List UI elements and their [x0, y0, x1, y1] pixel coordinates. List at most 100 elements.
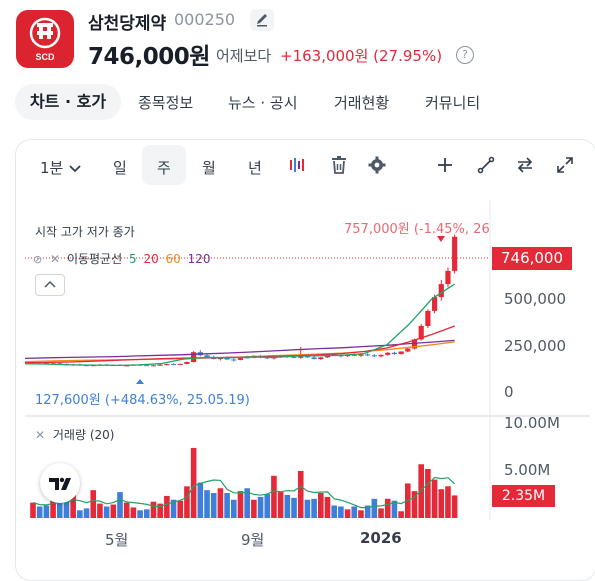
y-tick-label: 500,000 — [504, 290, 567, 308]
volume-bar — [431, 479, 438, 518]
candle-body — [438, 284, 444, 298]
volume-bar — [284, 494, 291, 518]
candle-body — [144, 365, 150, 367]
volume-bar — [384, 498, 391, 518]
candle-body — [431, 297, 438, 311]
volume-bar — [30, 502, 36, 518]
volume-bar — [324, 496, 331, 518]
volume-bar — [257, 496, 264, 518]
volume-bar — [264, 494, 271, 518]
high-annotation: 757,000원 (-1.45%, 26 — [344, 222, 490, 237]
candle-body — [231, 359, 237, 361]
volume-bar — [63, 501, 70, 518]
volume-bar — [237, 491, 244, 518]
volume-bar — [418, 464, 424, 518]
close-icon[interactable]: ✕ — [35, 428, 45, 442]
x-tick-label: 2026 — [360, 529, 402, 547]
candle-body — [371, 355, 377, 357]
volume-bar — [90, 490, 97, 518]
volume-bar — [230, 499, 237, 518]
chevron-up-icon — [44, 280, 56, 288]
volume-bar — [217, 488, 224, 518]
ohlc-legend: 시작 고가 저가 종가 — [35, 225, 135, 239]
ma-5: 5 — [128, 252, 137, 266]
volume-bar — [36, 506, 43, 518]
volume-bar — [137, 510, 143, 518]
volume-bar — [317, 493, 324, 518]
volume-legend: ✕ 거래량 (20) — [35, 426, 114, 443]
candle-body — [378, 354, 384, 357]
candle-body — [445, 270, 451, 285]
volume-bar — [378, 508, 384, 518]
volume-bar — [97, 503, 103, 518]
tradingview-icon — [49, 477, 71, 490]
volume-bar — [351, 506, 358, 518]
collapse-legend-button[interactable] — [35, 274, 65, 296]
volume-bar — [210, 493, 217, 518]
volume-bar — [338, 506, 344, 518]
y-tick-label: 0 — [504, 383, 514, 401]
volume-bar — [311, 498, 317, 518]
price-chart[interactable] — [0, 0, 595, 564]
volume-bar — [204, 490, 210, 518]
candle-body — [177, 363, 183, 365]
current-price-tag: 746,000 — [492, 247, 572, 270]
volume-bar — [150, 501, 157, 518]
candle-body — [405, 348, 411, 352]
candle-body — [311, 357, 317, 360]
candle-body — [425, 310, 431, 326]
volume-bar — [451, 495, 458, 518]
volume-bar — [271, 475, 277, 518]
volume-bar — [77, 510, 83, 518]
candle-body — [291, 356, 297, 358]
volume-tick-label: 5.00M — [504, 461, 551, 479]
ma-20: 20 — [143, 252, 159, 266]
volume-bar — [291, 497, 297, 518]
candle-body — [398, 351, 404, 355]
candle-body — [164, 364, 170, 366]
x-tick-label: 5월 — [105, 531, 129, 549]
candle-body — [358, 354, 364, 356]
volume-bar — [304, 499, 311, 518]
volume-bar — [224, 493, 230, 518]
volume-bar — [130, 507, 137, 518]
volume-bar — [425, 469, 431, 518]
y-tick-label: 250,000 — [504, 337, 567, 355]
candle-body — [184, 362, 190, 364]
volume-bar — [277, 492, 284, 518]
volume-ma-line — [32, 476, 456, 509]
volume-bar — [297, 470, 304, 518]
moving-average-legend: ⊘ ✕ 이동평균선 5 20 60 120 — [33, 250, 211, 267]
volume-bar — [164, 495, 170, 518]
candle-body — [157, 364, 163, 366]
x-tick-label: 9월 — [241, 531, 265, 549]
volume-bar — [438, 489, 445, 518]
volume-bar — [398, 511, 404, 518]
eye-icon[interactable]: ⊘ — [33, 253, 42, 266]
tradingview-logo[interactable] — [40, 463, 80, 503]
volume-bar — [331, 505, 337, 518]
candle-body — [391, 352, 398, 355]
volume-bar — [371, 498, 378, 518]
volume-label: 거래량 (20) — [52, 428, 115, 442]
volume-bar — [190, 447, 197, 518]
low-marker — [136, 379, 144, 384]
volume-bar — [177, 500, 184, 518]
volume-bar — [103, 506, 110, 518]
volume-bar — [197, 482, 204, 518]
volume-bar — [117, 492, 123, 518]
ma-60: 60 — [165, 252, 181, 266]
ma-label: 이동평균선 — [66, 252, 123, 266]
volume-bar — [251, 499, 257, 518]
candle-body — [318, 357, 324, 360]
close-icon[interactable]: ✕ — [50, 252, 60, 266]
low-annotation: 127,600원 (+484.63%, 25.05.19) — [35, 393, 250, 408]
volume-bar — [123, 502, 130, 518]
volume-tick-label: 10.00M — [504, 414, 560, 432]
candle-body — [452, 236, 458, 271]
volume-bar — [358, 510, 364, 518]
ma-120: 120 — [187, 252, 211, 266]
current-volume-tag: 2.35M — [492, 485, 555, 507]
volume-bar — [184, 486, 190, 518]
volume-bar — [445, 486, 451, 518]
